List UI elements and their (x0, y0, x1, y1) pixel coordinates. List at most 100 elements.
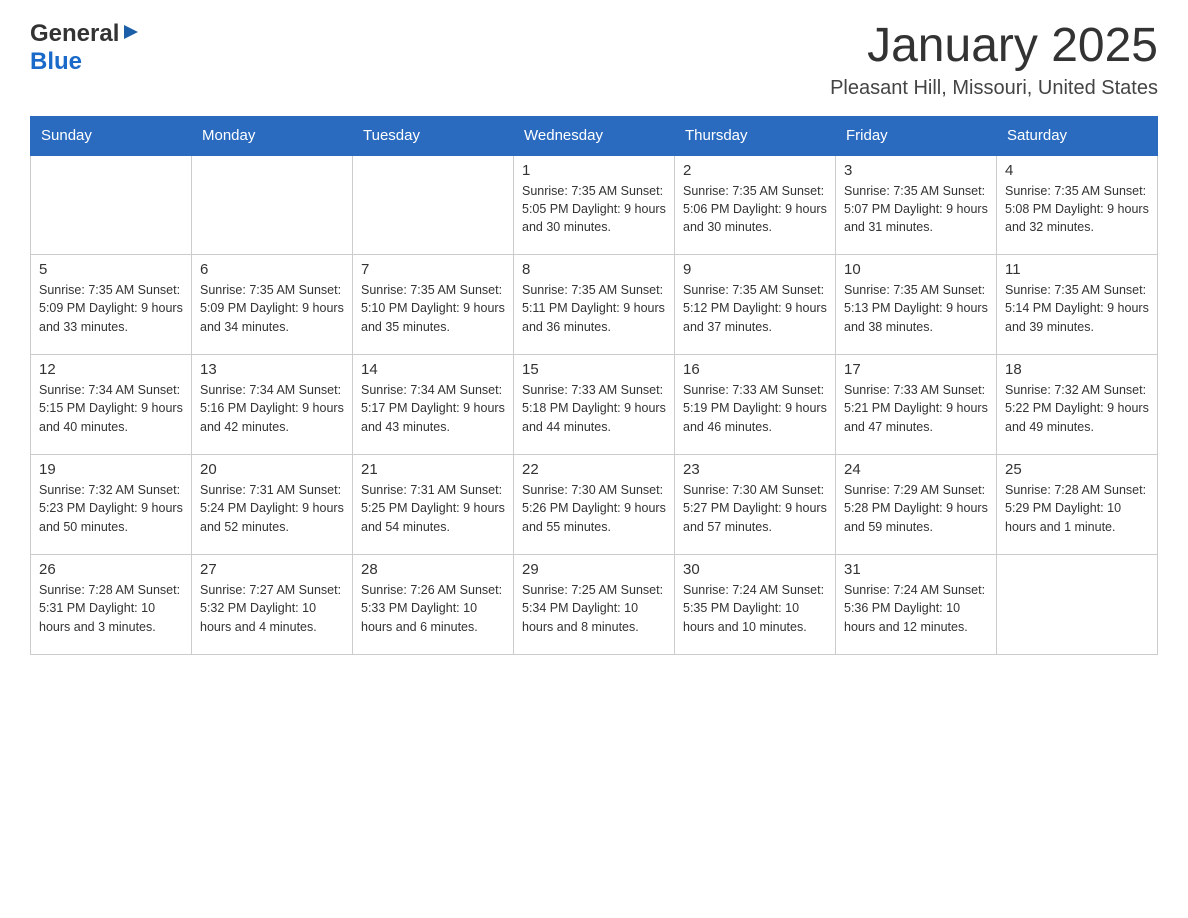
calendar-cell: 1 Sunrise: 7:35 AM Sunset: 5:05 PM Daylig… (514, 155, 675, 255)
day-of-week-header: Monday (192, 116, 353, 155)
calendar-cell: 14 Sunrise: 7:34 AM Sunset: 5:17 PM Dayli… (353, 355, 514, 455)
calendar-cell: 10 Sunrise: 7:35 AM Sunset: 5:13 PM Dayli… (836, 255, 997, 355)
day-of-week-header: Sunday (31, 116, 192, 155)
day-number: 30 (683, 561, 827, 578)
day-of-week-header: Tuesday (353, 116, 514, 155)
day-number: 16 (683, 361, 827, 378)
day-info: Sunrise: 7:24 AM Sunset: 5:35 PM Dayligh… (683, 581, 827, 635)
day-info: Sunrise: 7:33 AM Sunset: 5:19 PM Dayligh… (683, 381, 827, 435)
day-info: Sunrise: 7:35 AM Sunset: 5:12 PM Dayligh… (683, 281, 827, 335)
location-title: Pleasant Hill, Missouri, United States (830, 77, 1158, 100)
calendar-cell: 12 Sunrise: 7:34 AM Sunset: 5:15 PM Dayli… (31, 355, 192, 455)
day-info: Sunrise: 7:31 AM Sunset: 5:25 PM Dayligh… (361, 481, 505, 535)
page-header: General Blue January 2025 Pleasant Hill,… (30, 20, 1158, 100)
calendar-cell: 22 Sunrise: 7:30 AM Sunset: 5:26 PM Dayli… (514, 455, 675, 555)
day-of-week-header: Saturday (997, 116, 1158, 155)
calendar-cell: 18 Sunrise: 7:32 AM Sunset: 5:22 PM Dayli… (997, 355, 1158, 455)
calendar-cell: 21 Sunrise: 7:31 AM Sunset: 5:25 PM Dayli… (353, 455, 514, 555)
day-info: Sunrise: 7:26 AM Sunset: 5:33 PM Dayligh… (361, 581, 505, 635)
day-number: 12 (39, 361, 183, 378)
calendar-cell: 19 Sunrise: 7:32 AM Sunset: 5:23 PM Dayli… (31, 455, 192, 555)
day-info: Sunrise: 7:28 AM Sunset: 5:29 PM Dayligh… (1005, 481, 1149, 535)
day-info: Sunrise: 7:30 AM Sunset: 5:27 PM Dayligh… (683, 481, 827, 535)
day-number: 5 (39, 261, 183, 278)
calendar-cell: 6Sunrise: 7:35 AM Sunset: 5:09 PM Daylig… (192, 255, 353, 355)
calendar-cell: 29 Sunrise: 7:25 AM Sunset: 5:34 PM Dayli… (514, 555, 675, 655)
calendar-cell: 4Sunrise: 7:35 AM Sunset: 5:08 PM Daylig… (997, 155, 1158, 255)
calendar-cell: 31Sunrise: 7:24 AM Sunset: 5:36 PM Dayli… (836, 555, 997, 655)
day-of-week-header: Wednesday (514, 116, 675, 155)
calendar-cell: 25 Sunrise: 7:28 AM Sunset: 5:29 PM Dayli… (997, 455, 1158, 555)
calendar-cell: 27Sunrise: 7:27 AM Sunset: 5:32 PM Dayli… (192, 555, 353, 655)
day-info: Sunrise: 7:32 AM Sunset: 5:23 PM Dayligh… (39, 481, 183, 535)
day-info: Sunrise: 7:35 AM Sunset: 5:11 PM Dayligh… (522, 281, 666, 335)
day-info: Sunrise: 7:34 AM Sunset: 5:16 PM Dayligh… (200, 381, 344, 435)
day-number: 9 (683, 261, 827, 278)
calendar-week-row: 1 Sunrise: 7:35 AM Sunset: 5:05 PM Daylig… (31, 155, 1158, 255)
day-number: 19 (39, 461, 183, 478)
calendar-cell: 30 Sunrise: 7:24 AM Sunset: 5:35 PM Dayli… (675, 555, 836, 655)
day-number: 25 (1005, 461, 1149, 478)
day-info: Sunrise: 7:29 AM Sunset: 5:28 PM Dayligh… (844, 481, 988, 535)
calendar-cell: 24 Sunrise: 7:29 AM Sunset: 5:28 PM Dayli… (836, 455, 997, 555)
day-number: 28 (361, 561, 505, 578)
day-number: 10 (844, 261, 988, 278)
calendar-cell: 28 Sunrise: 7:26 AM Sunset: 5:33 PM Dayli… (353, 555, 514, 655)
calendar-cell: 8 Sunrise: 7:35 AM Sunset: 5:11 PM Daylig… (514, 255, 675, 355)
calendar-cell (192, 155, 353, 255)
day-info: Sunrise: 7:28 AM Sunset: 5:31 PM Dayligh… (39, 581, 183, 635)
day-info: Sunrise: 7:30 AM Sunset: 5:26 PM Dayligh… (522, 481, 666, 535)
day-info: Sunrise: 7:33 AM Sunset: 5:18 PM Dayligh… (522, 381, 666, 435)
day-info: Sunrise: 7:31 AM Sunset: 5:24 PM Dayligh… (200, 481, 344, 535)
logo-general-text: General (30, 20, 119, 48)
calendar-cell: 11Sunrise: 7:35 AM Sunset: 5:14 PM Dayli… (997, 255, 1158, 355)
calendar-table: SundayMondayTuesdayWednesdayThursdayFrid… (30, 116, 1158, 656)
calendar-cell: 15Sunrise: 7:33 AM Sunset: 5:18 PM Dayli… (514, 355, 675, 455)
calendar-week-row: 26 Sunrise: 7:28 AM Sunset: 5:31 PM Dayli… (31, 555, 1158, 655)
day-number: 17 (844, 361, 988, 378)
calendar-cell (997, 555, 1158, 655)
day-info: Sunrise: 7:35 AM Sunset: 5:07 PM Dayligh… (844, 182, 988, 236)
day-info: Sunrise: 7:35 AM Sunset: 5:13 PM Dayligh… (844, 281, 988, 335)
day-info: Sunrise: 7:35 AM Sunset: 5:09 PM Dayligh… (39, 281, 183, 335)
day-number: 14 (361, 361, 505, 378)
day-info: Sunrise: 7:34 AM Sunset: 5:15 PM Dayligh… (39, 381, 183, 435)
day-number: 24 (844, 461, 988, 478)
logo-blue-text: Blue (30, 48, 82, 75)
day-number: 22 (522, 461, 666, 478)
day-number: 18 (1005, 361, 1149, 378)
logo: General Blue (30, 20, 140, 76)
title-block: January 2025 Pleasant Hill, Missouri, Un… (830, 20, 1158, 100)
day-number: 21 (361, 461, 505, 478)
day-number: 8 (522, 261, 666, 278)
day-info: Sunrise: 7:33 AM Sunset: 5:21 PM Dayligh… (844, 381, 988, 435)
calendar-cell: 16 Sunrise: 7:33 AM Sunset: 5:19 PM Dayli… (675, 355, 836, 455)
day-info: Sunrise: 7:32 AM Sunset: 5:22 PM Dayligh… (1005, 381, 1149, 435)
calendar-header-row: SundayMondayTuesdayWednesdayThursdayFrid… (31, 116, 1158, 155)
calendar-cell: 26 Sunrise: 7:28 AM Sunset: 5:31 PM Dayli… (31, 555, 192, 655)
calendar-cell (353, 155, 514, 255)
day-number: 26 (39, 561, 183, 578)
day-number: 3 (844, 162, 988, 179)
month-title: January 2025 (830, 20, 1158, 73)
calendar-cell (31, 155, 192, 255)
day-info: Sunrise: 7:34 AM Sunset: 5:17 PM Dayligh… (361, 381, 505, 435)
day-number: 6 (200, 261, 344, 278)
calendar-cell: 3 Sunrise: 7:35 AM Sunset: 5:07 PM Daylig… (836, 155, 997, 255)
day-number: 7 (361, 261, 505, 278)
day-info: Sunrise: 7:35 AM Sunset: 5:10 PM Dayligh… (361, 281, 505, 335)
day-info: Sunrise: 7:35 AM Sunset: 5:08 PM Dayligh… (1005, 182, 1149, 236)
calendar-cell: 13Sunrise: 7:34 AM Sunset: 5:16 PM Dayli… (192, 355, 353, 455)
day-number: 29 (522, 561, 666, 578)
calendar-week-row: 19 Sunrise: 7:32 AM Sunset: 5:23 PM Dayli… (31, 455, 1158, 555)
day-info: Sunrise: 7:25 AM Sunset: 5:34 PM Dayligh… (522, 581, 666, 635)
day-info: Sunrise: 7:35 AM Sunset: 5:05 PM Dayligh… (522, 182, 666, 236)
calendar-week-row: 12 Sunrise: 7:34 AM Sunset: 5:15 PM Dayli… (31, 355, 1158, 455)
logo-arrow-icon (122, 23, 140, 46)
day-number: 31 (844, 561, 988, 578)
calendar-cell: 20Sunrise: 7:31 AM Sunset: 5:24 PM Dayli… (192, 455, 353, 555)
day-number: 1 (522, 162, 666, 179)
calendar-cell: 9 Sunrise: 7:35 AM Sunset: 5:12 PM Daylig… (675, 255, 836, 355)
day-info: Sunrise: 7:27 AM Sunset: 5:32 PM Dayligh… (200, 581, 344, 635)
day-number: 23 (683, 461, 827, 478)
